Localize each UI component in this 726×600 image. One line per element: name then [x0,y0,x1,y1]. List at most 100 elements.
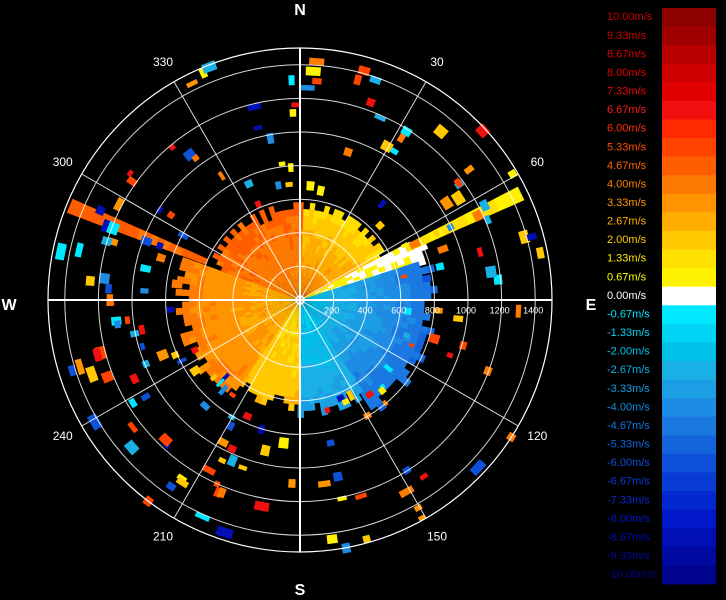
colorbar-label: -9.33m/s [607,550,650,562]
echo-cell [398,485,415,499]
echo-cell [316,185,326,197]
velocity-cell [302,390,309,398]
colorbar-label: 6.00m/s [607,123,647,135]
echo-cell [243,178,254,189]
colorbar-swatch [662,453,716,473]
colorbar-label: 0.67m/s [607,271,647,283]
echo-cell [285,181,293,188]
colorbar-swatch [662,26,716,46]
velocity-cell [215,301,223,306]
velocity-cell [188,301,197,308]
velocity-cell [390,289,398,296]
velocity-cell [423,286,432,294]
echo-cell [476,246,484,258]
echo-cell [189,364,202,377]
echo-cell [289,108,297,117]
echo-cell [278,161,286,167]
echo-cell [375,220,386,231]
velocity-cell [409,281,418,289]
echo-cell [242,411,253,421]
echo-cell [439,195,455,211]
colorbar-swatch [662,63,716,83]
velocity-cell [175,288,183,296]
echo-cell [469,459,487,477]
colorbar-swatch [662,119,716,139]
colorbar-label: 2.00m/s [607,234,647,246]
bearing-label-30: 30 [430,55,444,69]
echo-cell [288,75,295,86]
echo-cell [312,77,322,85]
echo-cell [199,400,211,412]
echo-cell [138,324,146,336]
colorbar-swatch [662,361,716,381]
colorbar-label: 6.67m/s [607,104,647,116]
colorbar-label: 9.33m/s [607,30,647,42]
range-label-1000: 1000 [456,305,476,315]
colorbar-label: -8.00m/s [607,513,650,525]
range-label-1200: 1200 [490,305,510,315]
velocity-cell [302,376,308,385]
velocity-cell [309,202,316,211]
echo-cell [317,479,332,488]
colorbar-swatch [662,156,716,176]
velocity-cell [294,222,300,230]
velocity-cell [189,306,197,314]
colorbar-swatch [662,472,716,492]
cardinal-east: E [586,297,597,314]
bearing-label-120: 120 [527,429,547,443]
colorbar-label: 2.67m/s [607,216,647,228]
colorbar-label: -4.00m/s [607,401,650,413]
velocity-cell [370,291,378,297]
echo-cell [226,421,236,432]
echo-cell [253,500,270,512]
velocity-cell [235,300,244,305]
colorbar-label: -10.00m/s [607,569,656,581]
colorbar-label: -7.33m/s [607,494,650,506]
velocity-cell [202,301,210,307]
colorbar-label: -3.33m/s [607,383,650,395]
echo-cell [54,242,67,261]
velocity-cell [410,287,418,295]
echo-cell [306,180,315,191]
velocity-cell [249,300,257,304]
echo-cell [353,74,363,86]
velocity-cell [296,249,300,257]
echo-cell [139,342,146,351]
echo-cell [98,272,111,285]
colorbar-label: 8.67m/s [607,48,647,60]
velocity-cell [308,403,316,411]
bearing-label-150: 150 [427,529,447,543]
echo-cell [326,439,335,447]
colorbar-label: 8.00m/s [607,67,647,79]
bearing-label-330: 330 [153,55,173,69]
velocity-cell [307,389,314,398]
range-label-200: 200 [324,305,339,315]
velocity-cell [182,307,190,315]
velocity-cell [268,205,276,215]
colorbar-swatch [662,212,716,232]
echo-cell [405,315,412,323]
echo-cell [85,365,99,384]
echo-cell [463,164,475,175]
bearing-label-60: 60 [531,155,545,169]
echo-cell [437,244,449,254]
colorbar-swatch [662,323,716,343]
echo-cell [446,351,454,359]
echo-cell [259,444,271,457]
colorbar-legend: 10.00m/s 9.33m/s 8.67m/s 8.00m/s 7.33m/s 6.67… [607,8,716,585]
echo-cell [217,456,227,465]
bearing-label-240: 240 [53,429,73,443]
echo-cell [129,373,140,385]
velocity-cell [402,282,411,290]
echo-cell [433,123,449,140]
echo-cell [114,320,122,329]
velocity-cell [215,305,224,311]
echo-cell [475,123,491,139]
colorbar-label: 0.00m/s [607,290,647,302]
echo-cell [185,78,199,89]
range-label-1400: 1400 [523,305,543,315]
velocity-cell [403,288,412,295]
echo-cell [156,348,170,362]
colorbar-swatch [662,230,716,250]
echo-cell [217,171,226,181]
